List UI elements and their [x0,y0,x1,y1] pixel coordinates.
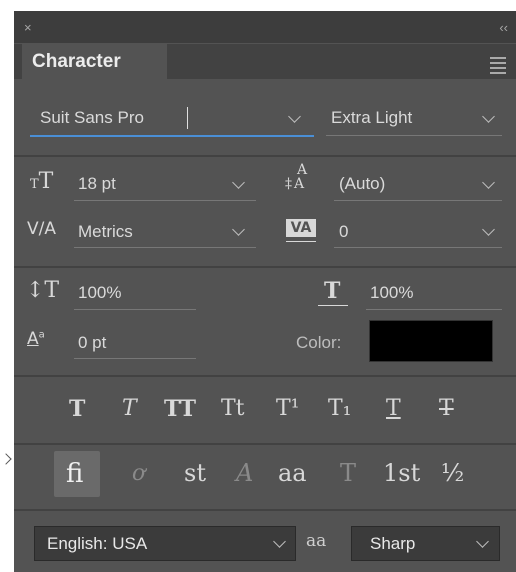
panel-menu-icon[interactable] [490,57,506,77]
horizontal-scale-icon: T [324,278,341,304]
tracking-field[interactable]: 0 [339,222,348,242]
font-family-field[interactable]: Suit Sans Pro [40,108,144,128]
tracking-icon: VA [286,219,316,237]
baseline-shift-underline [74,358,196,359]
pointer-arrow-icon [0,453,12,465]
language-chevron-down-icon [273,535,286,548]
font-size-chevron-down-icon[interactable] [232,176,245,189]
vertical-scale-underline [74,309,196,310]
font-style-underline [326,135,502,136]
kerning-field[interactable]: Metrics [78,222,133,242]
swash-button[interactable]: A [236,459,253,487]
faux-italic-button[interactable]: T [122,396,137,421]
titling-alternates-button[interactable]: T [340,459,356,487]
subscript-button[interactable]: T₁ [328,396,352,421]
antialiasing-dropdown[interactable]: Sharp [351,526,500,561]
antialiasing-icon: aa [306,531,327,551]
size-icon: TT [30,169,54,194]
kerning-icon: V/A [27,219,56,239]
tracking-underline [334,247,502,248]
small-caps-button[interactable]: Tt [221,396,245,421]
panel-titlebar: × ‹‹ [14,11,516,43]
antialiasing-value: Sharp [370,534,416,553]
horizontal-scale-underline [366,309,502,310]
vertical-scale-field[interactable]: 100% [78,283,121,303]
separator [14,375,516,377]
contextual-alternates-button[interactable]: ơ [132,461,145,486]
horizontal-scale-arrow-icon [318,305,348,306]
tracking-arrow-icon [286,241,316,242]
vertical-scale-icon: ↕T [26,278,60,303]
collapse-icon[interactable]: ‹‹ [499,21,508,34]
font-size-underline [74,200,256,201]
tab-character[interactable]: Character [22,44,167,79]
language-dropdown[interactable]: English: USA [34,526,296,561]
strikethrough-button[interactable]: T [439,396,454,421]
standard-ligatures-button[interactable]: fi [66,459,83,489]
text-cursor [187,107,188,129]
language-value: English: USA [47,534,148,553]
leading-field[interactable]: (Auto) [339,174,385,194]
font-style-chevron-down-icon[interactable] [482,110,495,123]
separator [14,509,516,511]
baseline-shift-icon: Aa [27,329,45,349]
stylistic-alternates-button[interactable]: aa [278,459,307,487]
separator [14,155,516,157]
font-family-underline [30,135,314,137]
separator [14,443,516,445]
color-label: Color: [296,333,342,352]
kerning-underline [74,247,256,248]
separator [14,266,516,268]
font-size-field[interactable]: 18 pt [78,174,116,194]
ordinals-button[interactable]: 1st [383,459,420,487]
all-caps-button[interactable]: TT [164,396,196,422]
faux-bold-button[interactable]: T [69,396,85,422]
character-panel: × ‹‹ Character Suit Sans Pro Extra Light… [14,11,516,572]
baseline-shift-field[interactable]: 0 pt [78,333,106,353]
font-style-field[interactable]: Extra Light [331,108,412,128]
underline-button[interactable]: T [386,396,401,421]
leading-icon: A ‡ A [285,162,308,192]
superscript-button[interactable]: T¹ [276,396,300,421]
leading-underline [334,200,502,201]
tracking-chevron-down-icon[interactable] [482,223,495,236]
kerning-chevron-down-icon[interactable] [232,223,245,236]
close-icon[interactable]: × [24,21,32,34]
antialiasing-chevron-down-icon [476,535,489,548]
color-swatch[interactable] [369,320,493,362]
horizontal-scale-field[interactable]: 100% [370,283,413,303]
font-family-chevron-down-icon[interactable] [288,110,301,123]
fractions-button[interactable]: ½ [441,459,464,487]
leading-chevron-down-icon[interactable] [482,176,495,189]
discretionary-ligatures-button[interactable]: st [184,459,206,487]
